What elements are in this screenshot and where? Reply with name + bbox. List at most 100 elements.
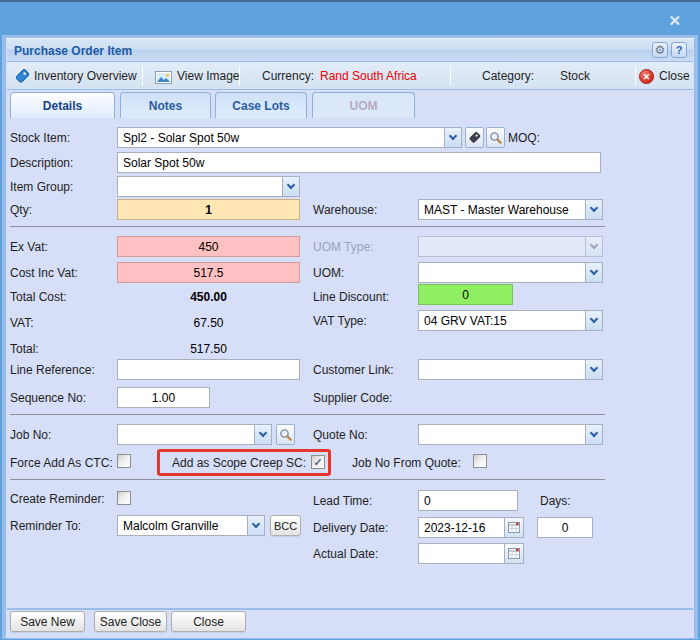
job-no-from-quote-checkbox[interactable] [473,454,487,468]
customer-link-label: Customer Link: [313,363,394,377]
actual-date-label: Actual Date: [313,547,378,561]
view-image-button[interactable]: View Image [177,69,239,83]
reminder-to-select[interactable]: Malcolm Granville [117,515,265,536]
reminder-to-label: Reminder To: [10,519,81,533]
create-reminder-checkbox[interactable] [117,491,131,505]
purchase-order-item-window: ✕ Purchase Order Item ⚙ ? Inventory Over… [0,0,700,640]
chevron-down-icon[interactable] [585,311,602,330]
bcc-button[interactable]: BCC [270,515,301,536]
total-cost-label: Total Cost: [10,290,67,304]
view-image-icon [155,70,172,88]
total-label: Total: [10,342,39,356]
toolbar-close-button[interactable]: Close [659,69,690,83]
chevron-down-icon[interactable] [282,177,299,196]
toolbar-separator [142,66,143,85]
days-label: Days: [540,494,571,508]
category-value: Stock [560,69,590,83]
currency-label: Currency: [262,69,314,83]
chevron-down-icon[interactable] [585,360,602,379]
line-discount-label: Line Discount: [313,290,389,304]
tab-notes[interactable]: Notes [120,92,211,118]
force-add-ctc-checkbox[interactable] [117,454,131,468]
help-icon[interactable]: ? [671,42,687,58]
uom-type-label: UOM Type: [313,240,373,254]
uom-type-select [418,236,603,257]
force-add-ctc-label: Force Add As CTC: [10,456,113,470]
scope-creep-checkbox[interactable]: ✓ [311,455,325,469]
chevron-down-icon[interactable] [585,200,602,219]
uom-label: UOM: [313,266,344,280]
close-icon[interactable]: ✕ [639,69,654,84]
gear-icon[interactable]: ⚙ [652,42,668,58]
chevron-down-icon[interactable] [585,425,602,444]
stock-item-label: Stock Item: [10,131,70,145]
chevron-down-icon[interactable] [247,516,264,535]
total-cost-value: 450.00 [117,290,300,304]
tab-uom: UOM [312,92,415,118]
window-top-edge [0,0,700,2]
category-label: Category: [482,69,534,83]
vat-label: VAT: [10,316,34,330]
tag-button[interactable] [465,127,484,148]
calendar-icon[interactable] [504,517,524,538]
sequence-no-label: Sequence No: [10,391,86,405]
window-close-icon[interactable]: ✕ [668,12,681,30]
qty-label: Qty: [10,203,32,217]
calendar-icon[interactable] [504,543,524,564]
close-button[interactable]: Close [171,611,246,632]
inventory-overview-button[interactable]: Inventory Overview [34,69,137,83]
actual-date-input[interactable] [418,543,505,564]
quote-no-select[interactable] [418,424,603,445]
divider [10,479,605,480]
customer-link-select[interactable] [418,359,603,380]
tab-case-lots[interactable]: Case Lots [215,92,307,118]
currency-value: Rand South Africa [320,69,417,83]
vat-type-select[interactable]: 04 GRV VAT:15 [418,310,603,331]
job-no-label: Job No: [10,428,51,442]
search-icon[interactable] [486,127,505,148]
save-close-button[interactable]: Save Close [94,611,167,632]
chevron-down-icon[interactable] [585,263,602,282]
sequence-no-input[interactable]: 1.00 [117,387,210,408]
divider [10,226,605,227]
scope-creep-label: Add as Scope Creep SC: [172,456,306,470]
chevron-down-icon [585,237,602,256]
create-reminder-label: Create Reminder: [10,492,105,506]
delivery-date-input[interactable]: 2023-12-16 [418,517,505,538]
description-label: Description: [10,156,73,170]
cost-inc-vat-input[interactable]: 517.5 [117,262,300,283]
cost-inc-vat-label: Cost Inc Vat: [10,266,78,280]
supplier-code-label: Supplier Code: [313,391,392,405]
job-no-select[interactable] [117,424,272,445]
description-input[interactable]: Solar Spot 50w [117,152,601,173]
qty-input[interactable]: 1 [117,199,300,220]
line-reference-input[interactable] [117,359,300,380]
tag-icon [14,68,30,88]
delivery-days-input[interactable]: 0 [537,517,593,538]
ex-vat-label: Ex Vat: [10,240,48,254]
warehouse-select[interactable]: MAST - Master Warehouse [418,199,603,220]
uom-select[interactable] [418,262,603,283]
line-discount-input[interactable]: 0 [418,284,513,305]
vat-type-label: VAT Type: [313,314,367,328]
tab-details[interactable]: Details [10,92,115,118]
save-new-button[interactable]: Save New [10,611,85,632]
chevron-down-icon[interactable] [254,425,271,444]
item-group-select[interactable] [117,176,300,197]
toolbar-separator [450,66,451,85]
moq-label: MOQ: [508,131,540,145]
item-group-label: Item Group: [10,180,73,194]
job-no-from-quote-label: Job No From Quote: [352,456,461,470]
stock-item-select[interactable]: Spl2 - Solar Spot 50w [117,127,462,148]
ex-vat-input[interactable]: 450 [117,236,300,257]
divider [10,414,605,415]
toolbar-separator [635,66,636,85]
job-search-icon[interactable] [276,424,295,445]
dialog-title: Purchase Order Item [14,44,132,58]
vat-value: 67.50 [117,316,300,330]
lead-time-label: Lead Time: [313,494,372,508]
total-value: 517.50 [117,342,300,356]
chevron-down-icon[interactable] [444,128,461,147]
lead-time-input[interactable]: 0 [418,490,518,511]
warehouse-label: Warehouse: [313,203,377,217]
